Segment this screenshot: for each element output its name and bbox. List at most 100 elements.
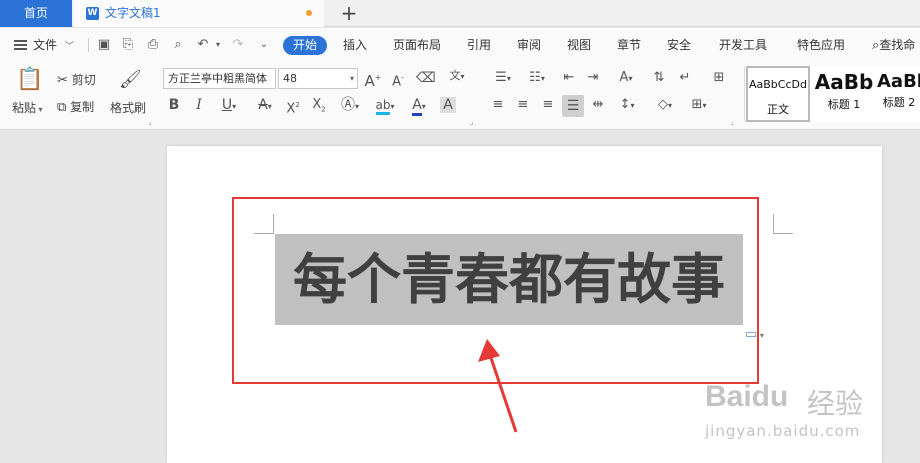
chinese-layout-icon[interactable]: A▾ xyxy=(613,70,639,87)
watermark-brand-cn: 经验 xyxy=(807,387,864,420)
font-group-expander-icon[interactable]: ⌟ xyxy=(470,117,474,126)
tab-bar: 首页 W 文字文稿1 + xyxy=(0,0,920,27)
style-label: 标题 1 xyxy=(827,98,861,111)
tab-start[interactable]: 开始 xyxy=(283,36,327,55)
annotation-highlight-box xyxy=(232,197,759,384)
font-size-value: 48 xyxy=(283,72,297,85)
align-right-icon[interactable]: ≡ xyxy=(540,97,556,113)
paragraph-group-expander-icon[interactable]: ⌟ xyxy=(730,117,734,126)
style-heading-1[interactable]: AaBb 标题 1 xyxy=(811,66,877,122)
strikethrough-icon[interactable]: A▾ xyxy=(252,97,278,115)
subscript-icon[interactable]: X2 xyxy=(310,97,328,118)
clipboard-group-expander-icon[interactable]: ⌟ xyxy=(148,117,152,126)
chevron-down-icon: ▾ xyxy=(349,74,354,83)
tab-document-title: 文字文稿1 xyxy=(105,6,161,20)
style-sample: AaBb xyxy=(877,71,920,92)
show-marks-icon[interactable]: ↵ xyxy=(676,70,694,86)
distributed-icon[interactable]: ⇹ xyxy=(590,97,606,113)
text-effects-icon[interactable]: Ⓐ▾ xyxy=(337,97,363,115)
copy-icon: ⧉ xyxy=(57,100,67,115)
print-preview-icon[interactable]: ⌕ xyxy=(171,38,185,52)
font-name-value: 方正兰亭中粗黑简体 xyxy=(168,72,267,85)
increase-indent-icon[interactable]: ⇥ xyxy=(585,70,601,86)
chevron-down-icon: ▾ xyxy=(36,105,43,114)
export-icon[interactable]: ⎘ xyxy=(121,38,135,52)
character-shading-icon[interactable]: A xyxy=(440,97,456,113)
margin-corner-mark xyxy=(773,214,793,234)
ribbon-toolbar: 📋 粘贴 ▾ ✂ 剪切 ⧉ 复制 🖌 格式刷 ⌟ 方正兰亭中粗黑简体 48 ▾ … xyxy=(0,62,920,130)
cut-label: 剪切 xyxy=(71,73,96,87)
new-tab-plus-icon[interactable]: + xyxy=(338,0,360,27)
tab-insert[interactable]: 插入 xyxy=(343,28,367,62)
bullet-list-icon[interactable]: ☰▾ xyxy=(490,70,516,87)
tab-document[interactable]: W 文字文稿1 xyxy=(74,0,324,27)
shading-icon[interactable]: ◇▾ xyxy=(652,97,678,114)
paste-icon[interactable]: 📋 xyxy=(16,68,43,92)
customize-dropdown-icon[interactable]: ⌄ xyxy=(257,38,271,52)
shrink-font-icon[interactable]: A- xyxy=(389,70,407,90)
tab-special-apps[interactable]: 特色应用 xyxy=(797,28,845,62)
watermark-url: jingyan.baidu.com xyxy=(705,422,861,440)
align-center-icon[interactable]: ≡ xyxy=(515,97,531,113)
paste-button[interactable]: 粘贴 ▾ xyxy=(12,99,43,116)
tab-section[interactable]: 章节 xyxy=(617,28,641,62)
unsaved-dot-icon xyxy=(306,10,312,16)
menu-bar: 文件 ﹀ ▣ ⎘ ⎙ ⌕ ↶ ▾ ↷ ⌄ 开始 插入 页面布局 引用 审阅 视图… xyxy=(0,28,920,62)
underline-icon[interactable]: U▾ xyxy=(216,97,242,115)
tab-references[interactable]: 引用 xyxy=(467,28,491,62)
sort-icon[interactable]: ⇅ xyxy=(650,70,668,86)
copy-button[interactable]: ⧉ 复制 xyxy=(57,98,94,115)
style-normal[interactable]: AaBbCcDd 正文 xyxy=(746,66,810,122)
search-command-label: 查找命 xyxy=(879,38,916,52)
align-left-icon[interactable]: ≡ xyxy=(490,97,506,113)
format-painter-icon[interactable]: 🖌 xyxy=(119,68,142,92)
tab-home[interactable]: 首页 xyxy=(0,0,72,27)
cut-button[interactable]: ✂ 剪切 xyxy=(57,71,96,88)
hamburger-icon xyxy=(14,40,27,50)
table-grid-icon[interactable]: ⊞ xyxy=(710,70,728,86)
print-icon[interactable]: ⎙ xyxy=(146,38,160,52)
phonetic-guide-icon[interactable]: 文▾ xyxy=(444,68,470,85)
copy-label: 复制 xyxy=(70,100,95,114)
numbered-list-icon[interactable]: ☷▾ xyxy=(524,70,550,87)
tab-review[interactable]: 审阅 xyxy=(517,28,541,62)
paste-options-icon[interactable]: ▭ ▾ xyxy=(745,327,773,343)
baidu-jingyan-watermark: Baidu 经验 jingyan.baidu.com xyxy=(705,380,915,460)
borders-icon[interactable]: ⊞▾ xyxy=(686,97,712,114)
redo-icon[interactable]: ↷ xyxy=(231,38,245,52)
bold-icon[interactable]: B xyxy=(166,97,182,113)
italic-icon[interactable]: I xyxy=(191,97,207,113)
style-sample: AaBbCcDd xyxy=(749,78,807,91)
tab-security[interactable]: 安全 xyxy=(667,28,691,62)
clear-format-icon[interactable]: ⌫ xyxy=(416,70,436,86)
tab-view[interactable]: 视图 xyxy=(567,28,591,62)
file-menu[interactable]: 文件 ﹀ xyxy=(14,28,74,62)
style-label: 标题 2 xyxy=(882,96,916,109)
undo-icon[interactable]: ↶ xyxy=(196,38,210,52)
file-menu-label: 文件 xyxy=(33,38,58,52)
watermark-brand: Baidu xyxy=(705,380,789,413)
decrease-indent-icon[interactable]: ⇤ xyxy=(561,70,577,86)
styles-gallery: AaBbCcDd 正文 AaBb 标题 1 AaBb 标题 2 xyxy=(744,66,920,122)
style-sample: AaBb xyxy=(814,70,874,94)
font-size-select[interactable]: 48 ▾ xyxy=(278,68,358,89)
writer-doc-icon: W xyxy=(86,7,99,20)
divider xyxy=(88,38,89,52)
style-label: 正文 xyxy=(767,103,789,116)
save-icon[interactable]: ▣ xyxy=(97,38,111,52)
format-painter-button[interactable]: 格式刷 xyxy=(110,99,146,116)
superscript-icon[interactable]: X2 xyxy=(284,97,302,117)
undo-dropdown-icon[interactable]: ▾ xyxy=(211,38,225,52)
tab-page-layout[interactable]: 页面布局 xyxy=(393,28,441,62)
grow-font-icon[interactable]: A+ xyxy=(364,70,382,89)
chevron-down-icon: ﹀ xyxy=(64,42,74,52)
tab-developer-tools[interactable]: 开发工具 xyxy=(719,28,767,62)
style-heading-2[interactable]: AaBb 标题 2 xyxy=(877,66,920,122)
highlight-color-icon[interactable]: ab▾ xyxy=(371,97,399,115)
justify-icon[interactable]: ☰ xyxy=(562,95,584,117)
paste-label: 粘贴 xyxy=(12,101,37,115)
line-spacing-icon[interactable]: ↕▾ xyxy=(614,97,640,114)
font-name-select[interactable]: 方正兰亭中粗黑简体 xyxy=(163,68,276,89)
font-color-icon[interactable]: A▾ xyxy=(406,97,432,116)
search-command[interactable]: ⌕查找命 xyxy=(872,28,915,62)
